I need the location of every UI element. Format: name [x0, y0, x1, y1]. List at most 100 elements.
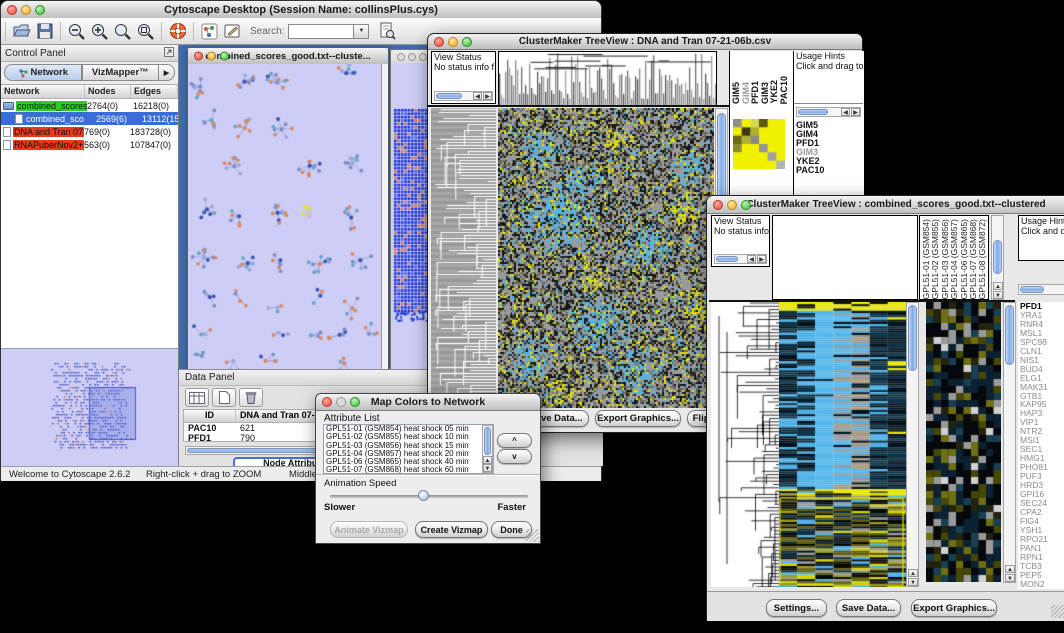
- hints-scrollbar[interactable]: [1018, 284, 1064, 295]
- scroll-down-icon[interactable]: [908, 578, 918, 586]
- save-data-button[interactable]: Save Data...: [836, 599, 901, 617]
- scroll-up-icon[interactable]: [908, 569, 918, 577]
- network-view-titlebar[interactable]: combined_scores_good.txt--cluste...: [188, 48, 388, 65]
- help-lifebuoy-icon[interactable]: [167, 21, 188, 42]
- attribute-select-button[interactable]: [185, 388, 209, 407]
- scrollbar-thumb[interactable]: [436, 93, 462, 99]
- scroll-right-icon[interactable]: [757, 255, 766, 263]
- dialog-titlebar[interactable]: Map Colors to Network: [316, 394, 540, 411]
- close-button[interactable]: [434, 37, 444, 47]
- row-dendrogram-canvas[interactable]: [711, 302, 779, 587]
- scrollbar-thumb[interactable]: [1005, 305, 1014, 365]
- row-dendrogram[interactable]: [711, 302, 779, 587]
- slider-thumb[interactable]: [418, 490, 429, 501]
- heatmap-vscrollbar[interactable]: [906, 302, 919, 587]
- tab-vizmapper[interactable]: VizMapper™: [82, 64, 160, 81]
- minimize-button[interactable]: [408, 53, 416, 61]
- scroll-down-icon[interactable]: [1005, 574, 1015, 582]
- create-vizmap-button[interactable]: Create Vizmap: [415, 521, 488, 538]
- column-header-network[interactable]: Network: [1, 85, 85, 98]
- close-button[interactable]: [194, 52, 203, 61]
- resize-grip[interactable]: [526, 529, 539, 542]
- gene-label[interactable]: MON2: [1018, 580, 1064, 589]
- save-icon[interactable]: [34, 21, 55, 42]
- scroll-down-icon[interactable]: [483, 464, 492, 472]
- search-input[interactable]: [288, 24, 354, 39]
- scrollbar-thumb[interactable]: [993, 240, 1002, 274]
- column-dendrogram-area[interactable]: [772, 215, 918, 300]
- status-scrollbar[interactable]: [434, 91, 493, 101]
- minimize-button[interactable]: [21, 5, 31, 15]
- export-graphics-button[interactable]: Export Graphics...: [595, 410, 681, 427]
- minimize-button[interactable]: [727, 200, 737, 210]
- resize-grip[interactable]: [1051, 605, 1064, 618]
- attribute-list-item[interactable]: GPL51-07 (GSM868) heat shock 60 min: [324, 466, 493, 474]
- tab-overflow-button[interactable]: [159, 64, 175, 81]
- status-scrollbar[interactable]: [714, 254, 767, 264]
- new-attribute-button[interactable]: [212, 388, 236, 407]
- vizmapper-icon[interactable]: [199, 21, 220, 42]
- heatmap-view[interactable]: [498, 108, 714, 408]
- column-header-id[interactable]: ID: [184, 410, 236, 422]
- minimize-button[interactable]: [448, 37, 458, 47]
- float-panel-icon[interactable]: [164, 47, 174, 60]
- close-button[interactable]: [713, 200, 723, 210]
- search-dropdown-button[interactable]: [354, 24, 369, 39]
- scroll-left-icon[interactable]: [841, 108, 850, 116]
- network-row[interactable]: RNAPuberNov2+ 563(0) 107847(0): [1, 138, 178, 151]
- scrollbar-thumb[interactable]: [908, 305, 917, 371]
- network-row[interactable]: DNA and Tran 07 769(0) 183728(0): [1, 125, 178, 138]
- scroll-right-icon[interactable]: [851, 108, 860, 116]
- zoom-button[interactable]: [462, 37, 472, 47]
- zoom-button[interactable]: [741, 200, 751, 210]
- column-dendrogram-canvas[interactable]: [499, 52, 716, 105]
- scroll-right-icon[interactable]: [483, 92, 492, 100]
- scroll-down-icon[interactable]: [993, 291, 1003, 299]
- attribute-browser-icon[interactable]: [377, 21, 398, 42]
- scroll-up-icon[interactable]: [993, 282, 1003, 290]
- zoom-button[interactable]: [220, 52, 229, 61]
- scroll-left-icon[interactable]: [747, 255, 756, 263]
- zoomed-heatmap-canvas[interactable]: [926, 302, 1001, 582]
- annotation-icon[interactable]: [222, 21, 243, 42]
- column-dendrogram[interactable]: [498, 51, 717, 106]
- zoom-fit-icon[interactable]: [135, 21, 156, 42]
- network-row[interactable]: combined_sco 2569(6) 13112(15): [1, 112, 178, 125]
- zoom-button[interactable]: [419, 53, 427, 61]
- treeview2-titlebar[interactable]: ClusterMaker TreeView : combined_scores_…: [707, 196, 1064, 214]
- treeview1-titlebar[interactable]: ClusterMaker TreeView : DNA and Tran 07-…: [428, 34, 862, 50]
- zoom-out-icon[interactable]: [66, 21, 87, 42]
- scrollbar-thumb[interactable]: [798, 109, 828, 115]
- list-vscrollbar[interactable]: [482, 425, 493, 473]
- labels-vscrollbar[interactable]: [991, 215, 1004, 300]
- column-header-nodes[interactable]: Nodes: [85, 85, 131, 98]
- close-button[interactable]: [322, 397, 332, 407]
- network-view-canvas[interactable]: [188, 64, 388, 372]
- birdseye-canvas[interactable]: [1, 349, 178, 466]
- scroll-left-icon[interactable]: [473, 92, 482, 100]
- tab-network[interactable]: Network: [4, 64, 82, 81]
- delete-attribute-trash-icon[interactable]: [239, 388, 263, 407]
- row-dendrogram[interactable]: [431, 108, 496, 408]
- scrollbar-thumb[interactable]: [484, 427, 491, 455]
- heatmap-canvas[interactable]: [498, 108, 714, 408]
- settings-button[interactable]: Settings...: [766, 599, 827, 617]
- zoom-button[interactable]: [35, 5, 45, 15]
- animation-speed-slider[interactable]: [330, 495, 528, 498]
- zoom-vscrollbar[interactable]: [1003, 302, 1016, 583]
- scroll-up-icon[interactable]: [483, 456, 492, 464]
- row-dendrogram-canvas[interactable]: [431, 108, 496, 408]
- minimize-button[interactable]: [207, 52, 216, 61]
- zoom-in-icon[interactable]: [89, 21, 110, 42]
- zoomed-heatmap[interactable]: [926, 302, 1001, 582]
- hints-scrollbar[interactable]: [796, 107, 861, 117]
- scroll-up-icon[interactable]: [1005, 565, 1015, 573]
- scrollbar-thumb[interactable]: [716, 256, 738, 262]
- cytoscape-titlebar[interactable]: Cytoscape Desktop (Session Name: collins…: [1, 1, 601, 19]
- export-graphics-button[interactable]: Export Graphics...: [911, 599, 997, 617]
- gene-label[interactable]: PAC10: [796, 166, 862, 175]
- network-view-scrollbar[interactable]: [381, 64, 388, 371]
- zoom-button[interactable]: [350, 397, 360, 407]
- animate-vizmap-button[interactable]: Animate Vizmap: [330, 521, 408, 538]
- close-button[interactable]: [7, 5, 17, 15]
